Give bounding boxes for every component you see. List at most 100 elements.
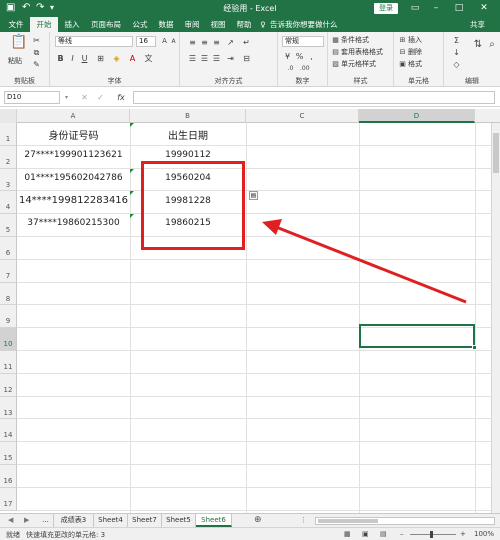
conditional-format-button[interactable]: 条件格式 [341, 35, 369, 45]
minimize-button[interactable]: – [428, 1, 444, 15]
font-color-icon[interactable]: A [128, 54, 137, 63]
font-size-select[interactable]: 16 [136, 36, 156, 47]
decrease-decimal-icon[interactable]: .00 [300, 64, 310, 73]
status-ready: 就绪 [6, 531, 20, 539]
cancel-icon[interactable]: ✕ [80, 93, 89, 102]
name-box-dropdown-icon[interactable]: ▾ [62, 93, 71, 102]
title-bar: ▣ ↶ ↷ ▾ 经验用 - Excel 登录 ▭ – □ ✕ [0, 0, 500, 17]
sheet-tab-sheet4[interactable]: Sheet4 [94, 514, 128, 527]
align-bottom-icon[interactable]: ≡ [212, 38, 221, 47]
delete-cells-button[interactable]: 删除 [408, 47, 422, 57]
currency-icon[interactable]: ¥ [283, 52, 292, 61]
fill-icon[interactable]: ↓ [452, 48, 461, 57]
increase-decimal-icon[interactable]: .0 [286, 64, 295, 73]
format-painter-icon[interactable]: ✎ [32, 60, 41, 69]
selected-cell-d10[interactable] [359, 324, 477, 350]
lightbulb-icon: ♀ [260, 20, 266, 29]
redo-icon[interactable]: ↷ [36, 2, 44, 14]
sort-filter-icon[interactable]: ⇅ [472, 40, 484, 52]
cell-style-button[interactable]: 单元格样式 [341, 59, 376, 69]
border-icon[interactable]: ⊞ [96, 54, 105, 63]
close-button[interactable]: ✕ [476, 1, 492, 15]
wrap-text-icon[interactable]: ↵ [242, 38, 251, 47]
shrink-font-icon[interactable]: A [169, 37, 178, 46]
tab-formulas[interactable]: 公式 [128, 17, 152, 32]
login-button[interactable]: 登录 [374, 3, 398, 14]
name-box[interactable]: D10 [4, 91, 60, 104]
page-layout-view-icon[interactable]: ▣ [362, 530, 369, 538]
orientation-icon[interactable]: ↗ [226, 38, 235, 47]
customize-qa-icon[interactable]: ▾ [50, 2, 54, 14]
copy-icon[interactable]: ⧉ [32, 48, 41, 57]
fill-color-icon[interactable]: ◈ [112, 54, 121, 63]
align-middle-icon[interactable]: ≡ [200, 38, 209, 47]
format-cells-button[interactable]: 格式 [408, 59, 422, 69]
add-sheet-icon[interactable]: ⊕ [254, 514, 262, 527]
tab-data[interactable]: 数据 [154, 17, 178, 32]
insert-cells-button[interactable]: 插入 [408, 35, 422, 45]
sheet-tab-sheet5[interactable]: Sheet5 [162, 514, 196, 527]
share-button[interactable]: 共享 [470, 17, 485, 32]
merge-center-icon[interactable]: ⊟ [242, 54, 251, 63]
indent-icon[interactable]: ⇥ [226, 54, 235, 63]
align-center-icon[interactable]: ☰ [200, 54, 209, 63]
underline-icon[interactable]: U [80, 54, 89, 63]
align-right-icon[interactable]: ☰ [212, 54, 221, 63]
insert-cells-icon: ⊞ [399, 36, 406, 44]
tab-home[interactable]: 开始 [30, 17, 58, 32]
tab-page-layout[interactable]: 页面布局 [86, 17, 126, 32]
autosum-icon[interactable]: Σ [452, 36, 461, 45]
tell-me-search[interactable]: 告诉我你想要做什么 [270, 17, 338, 32]
scrollbar-thumb[interactable] [318, 519, 378, 523]
sheet-tab-chengji3[interactable]: 成绩表3 [54, 514, 94, 527]
number-format-select[interactable]: 常规 [282, 36, 324, 47]
cells-label: 单元格 [408, 77, 429, 85]
status-bar: 就绪 快速填充更改的单元格: 3 ▦ ▣ ▤ – + 100% [0, 527, 500, 540]
save-icon[interactable]: ▣ [6, 2, 15, 14]
tab-split-icon[interactable]: ⋮ [300, 514, 307, 527]
percent-icon[interactable]: % [295, 52, 304, 61]
bold-icon[interactable]: B [56, 54, 65, 63]
cut-icon[interactable]: ✂ [32, 36, 41, 45]
enter-icon[interactable]: ✓ [96, 93, 105, 102]
status-message: 快速填充更改的单元格: 3 [26, 531, 106, 539]
sheet-tab-sheet7[interactable]: Sheet7 [128, 514, 162, 527]
ribbon-display-icon[interactable]: ▭ [407, 1, 423, 15]
next-sheet-icon[interactable]: ▶ [24, 514, 29, 527]
italic-icon[interactable]: I [68, 54, 77, 63]
tab-help[interactable]: 帮助 [232, 17, 256, 32]
comma-icon[interactable]: , [307, 52, 316, 61]
zoom-out-icon[interactable]: – [400, 530, 404, 538]
worksheet-grid[interactable]: A B C D 1 2 3 4 5 6 7 8 9 10 11 12 13 14 15 16 17 身份证号码 … [0, 109, 500, 513]
tab-file[interactable]: 文件 [4, 17, 28, 32]
align-top-icon[interactable]: ≡ [188, 38, 197, 47]
tab-view[interactable]: 视图 [206, 17, 230, 32]
grow-font-icon[interactable]: A [160, 37, 169, 46]
zoom-slider[interactable] [410, 534, 456, 535]
fill-handle[interactable] [472, 345, 477, 350]
cells-group: ⊞ 插入 ⊟ 删除 ▣ 格式 单元格 [394, 32, 444, 87]
page-break-view-icon[interactable]: ▤ [380, 530, 387, 538]
tab-insert[interactable]: 插入 [60, 17, 84, 32]
paste-button[interactable]: 粘贴 [8, 56, 22, 66]
formula-input[interactable] [133, 91, 495, 104]
table-format-button[interactable]: 套用表格格式 [341, 47, 383, 57]
phonetic-icon[interactable]: 文 [144, 54, 153, 63]
horizontal-scrollbar[interactable] [315, 517, 495, 525]
undo-icon[interactable]: ↶ [22, 2, 30, 14]
align-left-icon[interactable]: ☰ [188, 54, 197, 63]
find-select-icon[interactable]: ⌕ [486, 40, 498, 52]
insert-function-icon[interactable]: fx [114, 93, 128, 102]
prev-sheet-icon[interactable]: ◀ [8, 514, 13, 527]
tab-review[interactable]: 审阅 [180, 17, 204, 32]
paste-icon[interactable]: 📋 [10, 35, 27, 52]
zoom-level[interactable]: 100% [474, 530, 494, 538]
more-sheets-button[interactable]: ... [38, 514, 54, 527]
zoom-in-icon[interactable]: + [460, 530, 466, 538]
clear-icon[interactable]: ◇ [452, 60, 461, 69]
sheet-tab-sheet6[interactable]: Sheet6 [196, 514, 232, 527]
font-name-select[interactable]: 等线 [55, 36, 133, 47]
normal-view-icon[interactable]: ▦ [344, 530, 351, 538]
maximize-button[interactable]: □ [451, 1, 467, 15]
zoom-slider-thumb[interactable] [430, 531, 433, 538]
